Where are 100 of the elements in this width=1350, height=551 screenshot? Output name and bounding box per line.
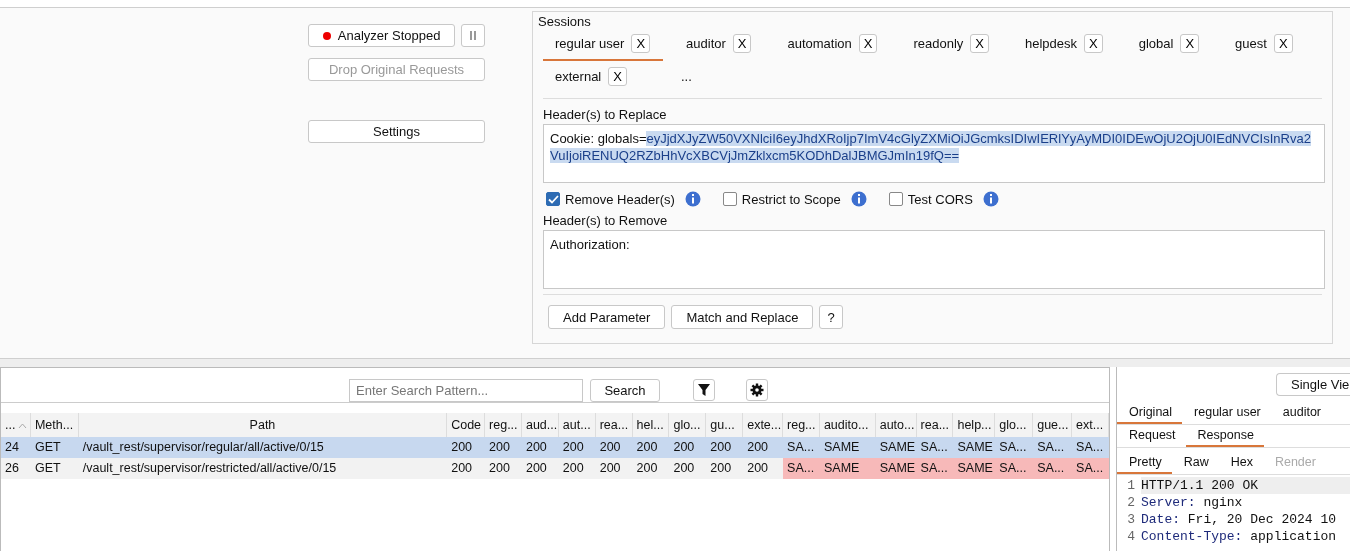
checkbox[interactable] bbox=[722, 192, 737, 206]
column-header[interactable]: auto... bbox=[875, 413, 917, 437]
table-cell-text: 200 bbox=[450, 439, 474, 456]
more-tab[interactable]: ... bbox=[650, 61, 705, 94]
settings-button[interactable]: Settings bbox=[308, 120, 485, 143]
message-tab[interactable]: Request bbox=[1117, 425, 1186, 447]
column-header[interactable]: hel... bbox=[632, 413, 670, 437]
table-cell-text: GET bbox=[33, 439, 62, 456]
line-number: 1 bbox=[1126, 477, 1136, 494]
close-button[interactable]: X bbox=[608, 67, 627, 86]
table-cell-text: 200 bbox=[635, 460, 659, 477]
table-cell-text: 200 bbox=[561, 460, 585, 477]
session-tab[interactable]: auditor bbox=[1270, 402, 1331, 424]
table-cell: SA... bbox=[1033, 458, 1073, 479]
column-header[interactable]: help... bbox=[953, 413, 996, 437]
status-dot-icon bbox=[322, 31, 331, 40]
column-header[interactable]: rea... bbox=[595, 413, 633, 437]
table-cell-text: 200 bbox=[598, 439, 622, 456]
info-icon[interactable] bbox=[982, 191, 999, 207]
info-icon[interactable] bbox=[850, 191, 867, 207]
filter-icon bbox=[697, 383, 711, 397]
close-button[interactable]: X bbox=[1180, 34, 1200, 53]
session-tab-label: automation bbox=[787, 36, 852, 51]
table-cell-text: SAME bbox=[822, 439, 861, 456]
column-header[interactable]: glo... bbox=[669, 413, 707, 437]
analyzer-button[interactable]: Analyzer Stopped bbox=[308, 24, 456, 47]
column-header[interactable]: reg... bbox=[485, 413, 522, 437]
table-cell: SAME bbox=[819, 458, 876, 479]
session-tab[interactable]: auditor X bbox=[674, 28, 765, 61]
checkbox[interactable] bbox=[888, 192, 903, 206]
column-header[interactable]: rea... bbox=[916, 413, 954, 437]
message-tab[interactable]: Response bbox=[1185, 425, 1264, 447]
format-tab[interactable]: Raw bbox=[1171, 452, 1219, 474]
column-header[interactable]: glo... bbox=[995, 413, 1034, 437]
column-header[interactable]: exte... bbox=[743, 413, 784, 437]
session-tab[interactable]: external X bbox=[543, 61, 640, 94]
column-header[interactable]: audito... bbox=[819, 413, 876, 437]
table-cell: SA... bbox=[783, 458, 820, 479]
checkbox[interactable] bbox=[546, 192, 560, 206]
format-tab[interactable]: Hex bbox=[1218, 452, 1263, 474]
code-line: Server: nginx bbox=[1141, 494, 1244, 511]
session-tab[interactable]: guest X bbox=[1223, 28, 1306, 61]
table-cell-text: 200 bbox=[488, 460, 511, 477]
close-button[interactable]: X bbox=[1273, 34, 1293, 53]
search-field[interactable]: Enter Search Pattern... bbox=[349, 378, 583, 402]
column-header[interactable]: gue... bbox=[1033, 413, 1073, 437]
table-cell-text: SA... bbox=[998, 439, 1028, 456]
table-cell-text: 200 bbox=[709, 439, 733, 456]
column-header[interactable]: aut... bbox=[558, 413, 596, 437]
table-cell-text: 200 bbox=[561, 439, 585, 456]
checkbox-label: Restrict to Scope bbox=[741, 191, 841, 207]
close-button[interactable]: X bbox=[631, 34, 651, 53]
table-cell: SA... bbox=[916, 458, 954, 479]
format-tab[interactable]: Pretty bbox=[1117, 452, 1172, 474]
line-number: 3 bbox=[1126, 511, 1136, 528]
checkbox-label: Remove Header(s) bbox=[565, 191, 675, 207]
action-button[interactable]: Match and Replace bbox=[671, 305, 814, 329]
sessions-title: Sessions bbox=[538, 14, 591, 29]
column-header[interactable]: Path bbox=[78, 413, 448, 437]
close-button[interactable]: X bbox=[1084, 34, 1103, 53]
line-number: 4 bbox=[1126, 528, 1136, 545]
session-tab[interactable]: helpdesk X bbox=[1013, 28, 1116, 61]
table-cell: SAME bbox=[953, 458, 996, 479]
table-cell-text: 26 bbox=[4, 460, 20, 477]
close-button[interactable]: X bbox=[970, 34, 989, 53]
code-line: Content-Type: application bbox=[1141, 528, 1338, 545]
headers-replace-field[interactable]: Cookie: globals=eyJjdXJyZW50VXNlciI6eyJhdXRoIjp7ImV4cGlyZXMiOiJGcmksIDIwIERlYyAyMDI0IDEwOjU2OjU0IEdNVCIsInRva2VuIjoiRENUQ2RZbHhVcXBCVjJmZklxcm5KODhDalJBMGJmIn19fQ== bbox=[543, 124, 1325, 183]
column-header[interactable]: ... bbox=[1, 413, 31, 437]
action-button[interactable]: ? bbox=[819, 305, 843, 329]
column-header[interactable]: aud... bbox=[521, 413, 559, 437]
settings-button[interactable] bbox=[746, 379, 768, 401]
column-header[interactable]: reg... bbox=[783, 413, 820, 437]
single-view-button[interactable]: Single Vie bbox=[1276, 373, 1350, 396]
field-label: Header(s) to Replace bbox=[543, 107, 668, 122]
session-tab-label: regular user bbox=[555, 36, 625, 51]
session-tab-label: readonly bbox=[913, 36, 964, 51]
line-number: 2 bbox=[1126, 494, 1136, 511]
close-button[interactable]: X bbox=[858, 34, 878, 53]
column-header[interactable]: ext... bbox=[1072, 413, 1109, 437]
action-button[interactable]: Add Parameter bbox=[548, 305, 666, 329]
column-header[interactable]: Meth... bbox=[30, 413, 79, 437]
info-icon[interactable] bbox=[684, 191, 701, 207]
close-button[interactable]: X bbox=[732, 34, 752, 53]
column-header[interactable]: gu... bbox=[706, 413, 744, 437]
filter-button[interactable] bbox=[693, 379, 715, 401]
table-cell: SA... bbox=[1072, 458, 1109, 479]
table-cell-text: 200 bbox=[635, 439, 659, 456]
table-cell-text: SA... bbox=[919, 439, 949, 456]
session-tab[interactable]: global X bbox=[1126, 28, 1213, 61]
session-tab[interactable]: regular user X bbox=[543, 28, 664, 61]
column-header[interactable]: Code bbox=[447, 413, 486, 437]
session-tab[interactable]: Original bbox=[1117, 402, 1183, 424]
table-cell-text: SA... bbox=[786, 439, 816, 456]
session-tab[interactable]: regular user bbox=[1182, 402, 1271, 424]
headers-remove-field[interactable]: Authorization: bbox=[543, 230, 1325, 289]
session-tab[interactable]: readonly X bbox=[901, 28, 1002, 61]
pause-button[interactable] bbox=[461, 24, 485, 47]
search-button[interactable]: Search bbox=[590, 378, 660, 402]
table-cell-text: 200 bbox=[524, 439, 548, 456]
session-tab[interactable]: automation X bbox=[775, 28, 891, 61]
